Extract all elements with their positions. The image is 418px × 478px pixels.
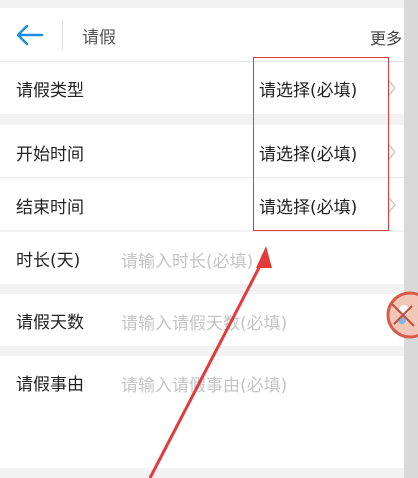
app-header: 请假 更多 [0, 8, 404, 62]
back-button[interactable] [14, 22, 50, 48]
row-label: 开始时间 [16, 145, 84, 165]
row-label: 结束时间 [16, 198, 84, 218]
row-value[interactable]: 请选择(必填) [259, 193, 357, 218]
form-row-end-time[interactable]: 结束时间 请选择(必填) [0, 178, 404, 230]
leave-days-input[interactable]: 请输入请假天数(必填) [121, 309, 287, 334]
row-value[interactable]: 请选择(必填) [259, 140, 357, 165]
header-separator [62, 20, 63, 50]
row-label: 请假事由 [16, 375, 84, 395]
reason-textarea[interactable]: 请输入请假事由(必填) [121, 371, 287, 396]
back-arrow-icon [16, 24, 44, 46]
scroll-edge [404, 0, 418, 478]
row-value[interactable]: 请选择(必填) [259, 76, 357, 101]
form-row-leave-days[interactable]: 请假天数 请输入请假天数(必填) [0, 294, 404, 346]
row-label: 请假天数 [16, 313, 84, 333]
chevron-right-icon [388, 144, 397, 160]
duration-input[interactable]: 请输入时长(必填) [121, 247, 253, 272]
page-title: 请假 [82, 28, 116, 48]
floating-avatar-icon[interactable] [384, 290, 418, 340]
form-row-leave-type[interactable]: 请假类型 请选择(必填) [0, 62, 404, 114]
more-button[interactable]: 更多 [370, 25, 402, 49]
status-strip [0, 0, 418, 8]
form-row-start-time[interactable]: 开始时间 请选择(必填) [0, 125, 404, 177]
form-row-reason[interactable]: 请假事由 请输入请假事由(必填) [0, 356, 404, 468]
row-label: 请假类型 [16, 81, 84, 101]
row-label: 时长(天) [16, 251, 81, 271]
form-row-duration[interactable]: 时长(天) 请输入时长(必填) [0, 232, 404, 284]
chevron-right-icon [388, 197, 397, 213]
chevron-right-icon [388, 80, 397, 96]
